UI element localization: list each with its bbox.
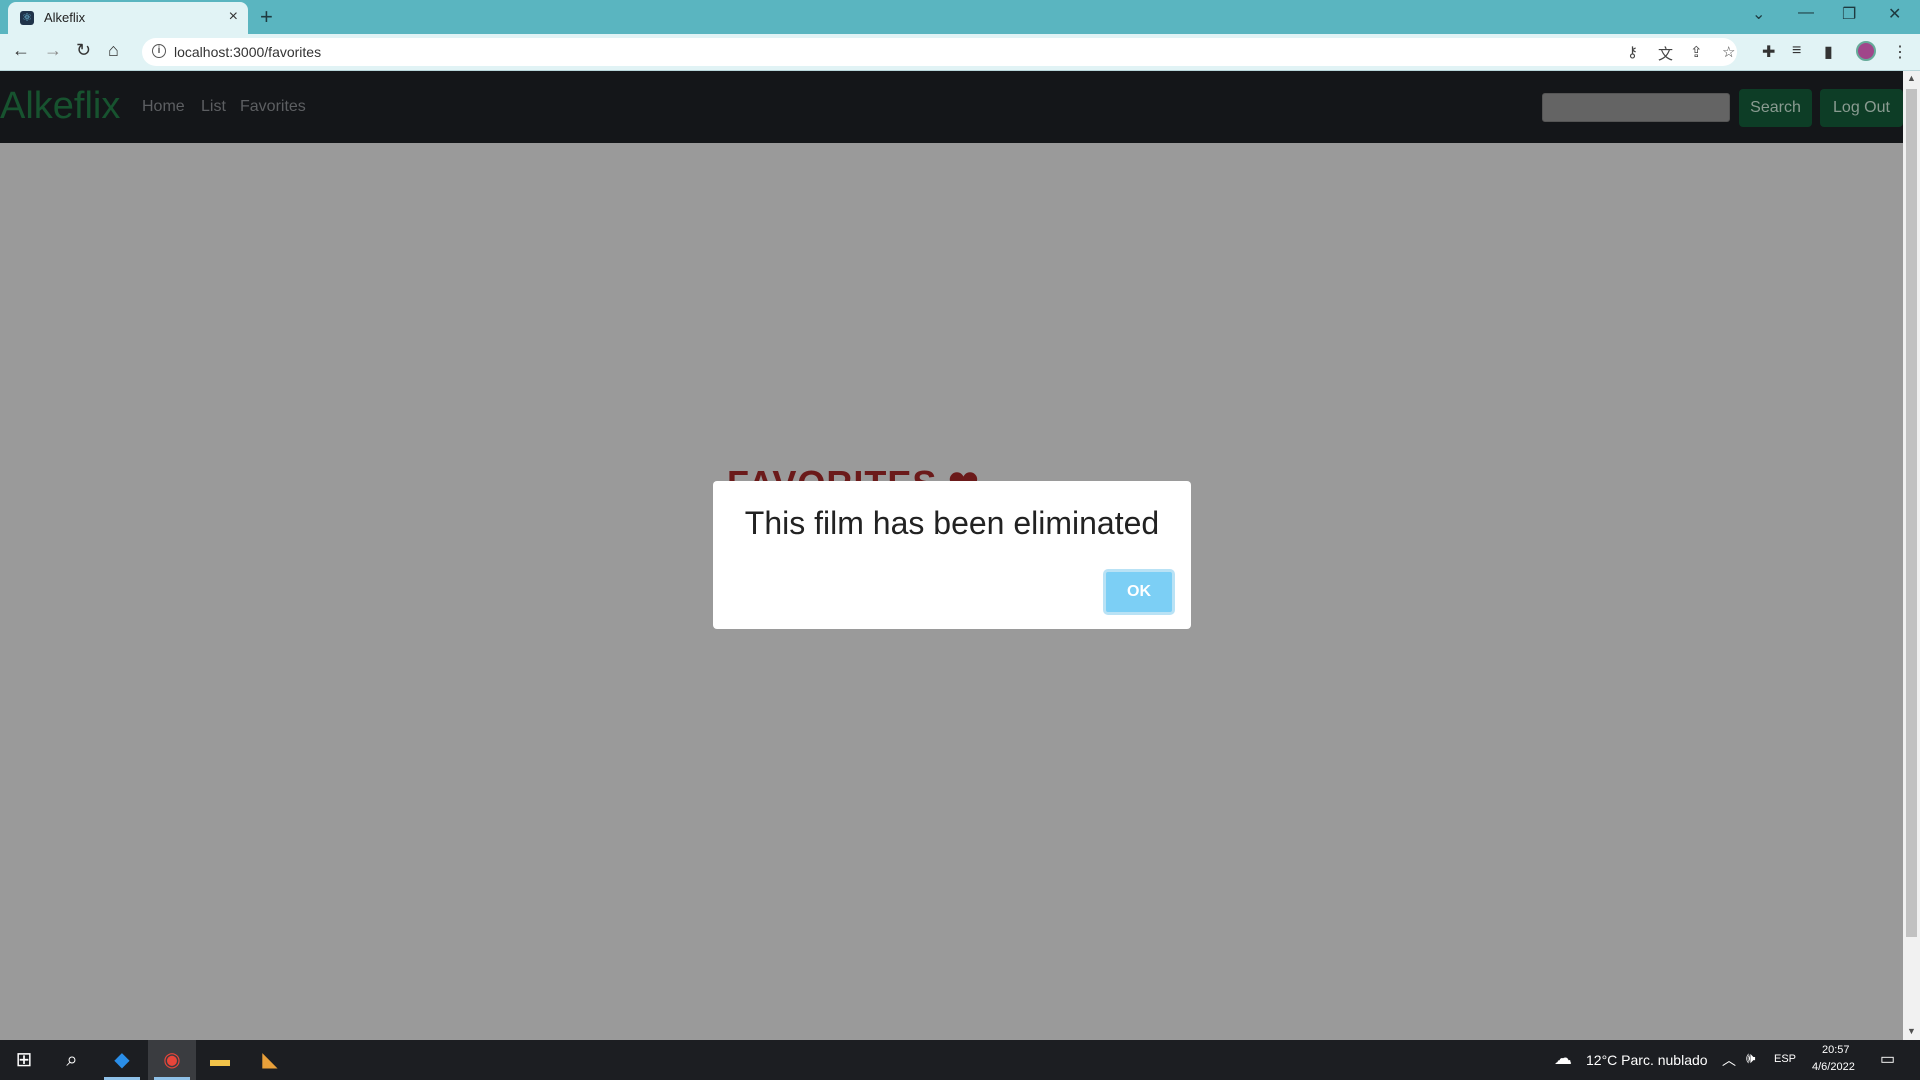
cloudy-weather-icon[interactable]: ☁ bbox=[1554, 1048, 1572, 1069]
app-icon[interactable]: ◣ bbox=[246, 1040, 294, 1080]
minimize-icon[interactable]: — bbox=[1798, 4, 1814, 22]
chrome-icon[interactable]: ◉ bbox=[148, 1040, 196, 1080]
app-navbar: Alkeflix Home List Favorites Search Log … bbox=[0, 71, 1903, 143]
bookmark-star-icon[interactable]: ☆ bbox=[1722, 43, 1735, 61]
search-button[interactable]: Search bbox=[1739, 89, 1812, 127]
volume-icon[interactable]: 🕪 bbox=[1746, 1050, 1755, 1067]
home-icon[interactable]: ⌂ bbox=[108, 40, 119, 61]
reload-icon[interactable]: ↻ bbox=[76, 40, 91, 61]
tab-title: Alkeflix bbox=[44, 10, 86, 25]
back-arrow-icon[interactable]: ← bbox=[12, 40, 30, 61]
brand-logo[interactable]: Alkeflix bbox=[0, 85, 120, 128]
ok-button[interactable]: OK bbox=[1103, 569, 1175, 615]
share-icon[interactable]: ⇪ bbox=[1690, 43, 1703, 61]
alert-dialog: This film has been eliminated OK bbox=[713, 481, 1191, 629]
dialog-title: This film has been eliminated bbox=[744, 505, 1160, 541]
windows-start-icon[interactable]: ⊞ bbox=[0, 1040, 48, 1080]
logout-button[interactable]: Log Out bbox=[1820, 89, 1903, 127]
tab-search-icon[interactable]: ⌄ bbox=[1752, 4, 1765, 24]
weather-text[interactable]: 12°C Parc. nublado bbox=[1586, 1052, 1708, 1068]
address-bar[interactable]: i localhost:3000/favorites ⚷ 文 ⇪ ☆ bbox=[142, 38, 1737, 66]
scroll-up-icon[interactable]: ▲ bbox=[1907, 73, 1916, 83]
close-tab-icon[interactable]: × bbox=[229, 8, 238, 26]
tray-chevron-up-icon[interactable]: ︿ bbox=[1722, 1050, 1736, 1070]
profile-avatar[interactable] bbox=[1856, 41, 1876, 61]
nav-link-list[interactable]: List bbox=[201, 98, 226, 116]
media-controls-icon[interactable]: ≡ bbox=[1792, 42, 1801, 60]
language-indicator[interactable]: ESP bbox=[1774, 1053, 1796, 1065]
page-scrollbar[interactable]: ▲ ▼ bbox=[1903, 71, 1920, 1040]
vscode-icon[interactable]: ◆ bbox=[98, 1040, 146, 1080]
forward-arrow-icon[interactable]: → bbox=[44, 40, 62, 61]
restore-icon[interactable]: ❐ bbox=[1842, 4, 1856, 24]
key-icon[interactable]: ⚷ bbox=[1627, 43, 1638, 61]
translate-icon[interactable]: 文 bbox=[1658, 43, 1673, 64]
file-explorer-icon[interactable]: ▬ bbox=[196, 1040, 244, 1080]
kebab-menu-icon[interactable]: ⋮ bbox=[1892, 42, 1908, 62]
window-close-icon[interactable]: ✕ bbox=[1888, 4, 1901, 24]
scroll-thumb[interactable] bbox=[1906, 89, 1917, 937]
clock-time[interactable]: 20:57 bbox=[1822, 1044, 1850, 1056]
nav-link-favorites[interactable]: Favorites bbox=[240, 98, 306, 116]
new-tab-button[interactable]: + bbox=[260, 4, 273, 30]
browser-tab[interactable]: ⚛ Alkeflix × bbox=[8, 2, 248, 34]
browser-toolbar: ← → ↻ ⌂ i localhost:3000/favorites ⚷ 文 ⇪… bbox=[0, 34, 1920, 71]
clock-date[interactable]: 4/6/2022 bbox=[1812, 1061, 1855, 1073]
extensions-puzzle-icon[interactable]: ✚ bbox=[1762, 42, 1775, 62]
search-input[interactable] bbox=[1542, 93, 1730, 122]
site-info-icon[interactable]: i bbox=[152, 44, 166, 58]
windows-taskbar: ⊞ ⌕ ◆ ◉ ▬ ◣ ☁ 12°C Parc. nublado ︿ 🕪 ESP… bbox=[0, 1040, 1920, 1080]
scroll-down-icon[interactable]: ▼ bbox=[1907, 1026, 1916, 1036]
react-icon: ⚛ bbox=[20, 11, 34, 25]
nav-link-home[interactable]: Home bbox=[142, 98, 185, 116]
url-text: localhost:3000/favorites bbox=[174, 44, 322, 60]
side-panel-icon[interactable]: ▮ bbox=[1824, 42, 1833, 62]
search-icon[interactable]: ⌕ bbox=[48, 1040, 96, 1080]
browser-tab-strip: ⚛ Alkeflix × + ⌄ — ❐ ✕ bbox=[0, 0, 1920, 34]
notification-center-icon[interactable]: ▭ bbox=[1880, 1049, 1895, 1069]
